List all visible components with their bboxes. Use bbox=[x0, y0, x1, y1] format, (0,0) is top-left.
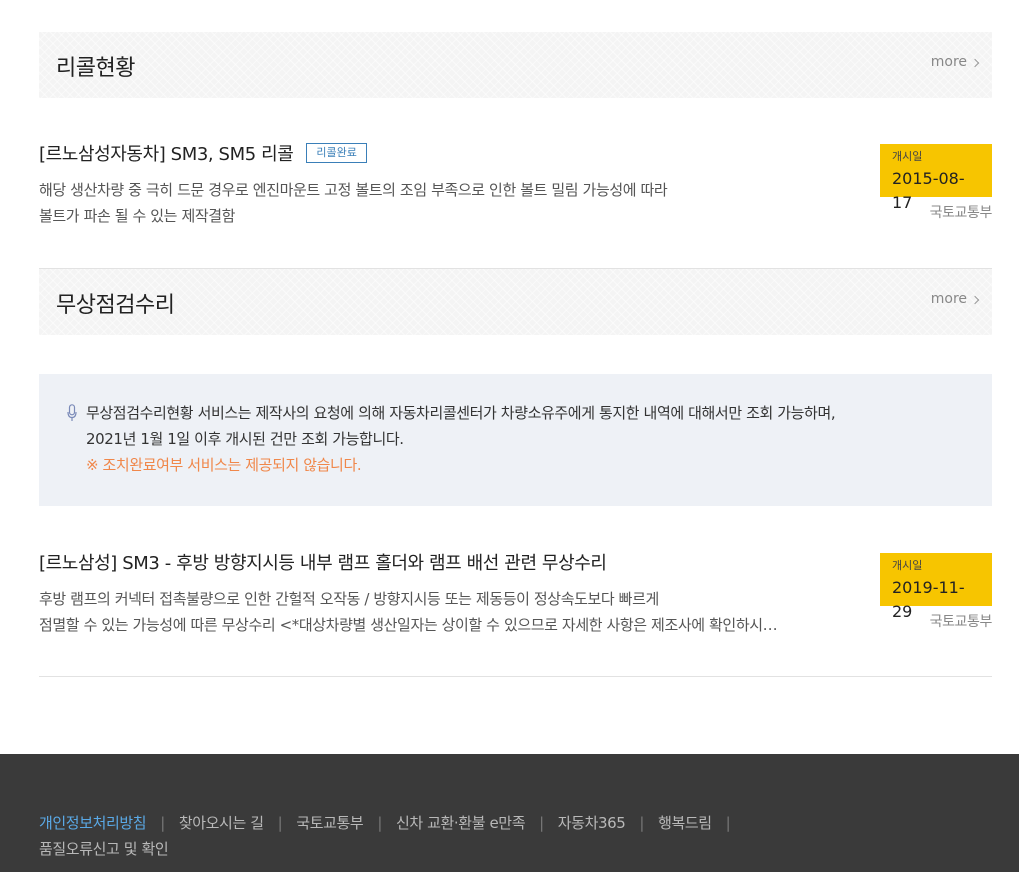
recall-more-link[interactable]: more bbox=[930, 54, 980, 70]
footer-link-quality-report[interactable]: 품질오류신고 및 확인 bbox=[39, 840, 169, 858]
free-repair-item-desc-line: 후방 램프의 커넥터 접촉불량으로 인한 간헐적 오작동 / 방향지시등 또는 … bbox=[39, 590, 659, 608]
notice-line: 2021년 1월 1일 이후 개시된 건만 조회 가능합니다. bbox=[86, 430, 404, 448]
chevron-right-icon bbox=[970, 58, 980, 67]
footer-link-car365[interactable]: 자동차365 bbox=[558, 814, 626, 832]
recall-item-desc-line: 해당 생산차량 중 극히 드문 경우로 엔진마운트 고정 볼트의 조임 부족으로… bbox=[39, 181, 668, 199]
agency-label: 국토교통부 bbox=[929, 614, 993, 630]
free-repair-section-header: 무상점검수리 more bbox=[39, 269, 992, 335]
free-repair-section-title: 무상점검수리 bbox=[56, 293, 175, 318]
recall-item[interactable]: [르노삼성자동차] SM3, SM5 리콜 리콜완료 해당 생산차량 중 극히 … bbox=[39, 140, 992, 240]
start-date-box: 개시일 2015-08-17 bbox=[880, 144, 992, 212]
footer-links: 개인정보처리방침 | 찾아오시는 길 | 국토교통부 | 신차 교환·환불 e만족 | 자동차3… bbox=[39, 810, 879, 862]
footer-separator: | bbox=[160, 814, 165, 832]
free-repair-notice: 무상점검수리현황 서비스는 제작사의 요청에 의해 자동차리콜센터가 차량소유주… bbox=[39, 374, 992, 506]
footer-separator: | bbox=[377, 814, 382, 832]
footer-link-directions[interactable]: 찾아오시는 길 bbox=[179, 814, 264, 832]
microphone-icon bbox=[67, 404, 77, 421]
divider bbox=[39, 676, 992, 677]
footer-separator: | bbox=[725, 814, 731, 832]
footer-separator: | bbox=[277, 814, 283, 832]
recall-section-title: 리콜현황 bbox=[56, 56, 135, 81]
free-repair-item-desc-line: 점멸할 수 있는 가능성에 따른 무상수리 <*대상차량별 생산일자는 상이할 … bbox=[39, 616, 779, 634]
start-date-box: 개시일 2019-11-29 bbox=[880, 553, 992, 621]
footer-link-new-car-refund[interactable]: 신차 교환·환불 e만족 bbox=[396, 814, 526, 832]
free-repair-item[interactable]: [르노삼성] SM3 - 후방 방향지시등 내부 램프 홀더와 램프 배선 관련… bbox=[39, 549, 992, 649]
recall-more-label: more bbox=[930, 54, 967, 70]
footer-link-happy-dream[interactable]: 행복드림 bbox=[658, 814, 712, 832]
free-repair-item-title[interactable]: [르노삼성] SM3 - 후방 방향지시등 내부 램프 홀더와 램프 배선 관련… bbox=[39, 549, 607, 575]
recall-item-title-row: [르노삼성자동차] SM3, SM5 리콜 리콜완료 bbox=[39, 140, 367, 166]
recall-section-header: 리콜현황 more bbox=[39, 32, 992, 98]
agency-label: 국토교통부 bbox=[929, 205, 993, 221]
free-repair-more-label: more bbox=[930, 291, 967, 307]
footer-separator: | bbox=[539, 814, 544, 832]
free-repair-item-title-row: [르노삼성] SM3 - 후방 방향지시등 내부 램프 홀더와 램프 배선 관련… bbox=[39, 549, 607, 575]
start-date-label: 개시일 bbox=[892, 150, 923, 163]
notice-text: 무상점검수리현황 서비스는 제작사의 요청에 의해 자동차리콜센터가 차량소유주… bbox=[86, 400, 836, 478]
footer: 개인정보처리방침 | 찾아오시는 길 | 국토교통부 | 신차 교환·환불 e만족 | 자동차3… bbox=[0, 754, 1019, 872]
free-repair-more-link[interactable]: more bbox=[930, 291, 980, 307]
start-date-label: 개시일 bbox=[892, 559, 923, 572]
recall-item-desc-line: 볼트가 파손 될 수 있는 제작결함 bbox=[39, 207, 236, 225]
footer-link-molit[interactable]: 국토교통부 bbox=[296, 814, 363, 832]
status-badge: 리콜완료 bbox=[306, 143, 367, 163]
recall-item-title[interactable]: [르노삼성자동차] SM3, SM5 리콜 bbox=[39, 140, 294, 166]
free-repair-item-description: 후방 램프의 커넥터 접촉불량으로 인한 간헐적 오작동 / 방향지시등 또는 … bbox=[39, 586, 779, 638]
notice-warning: ※ 조치완료여부 서비스는 제공되지 않습니다. bbox=[86, 456, 362, 474]
footer-separator: | bbox=[639, 814, 645, 832]
recall-item-description: 해당 생산차량 중 극히 드문 경우로 엔진마운트 고정 볼트의 조임 부족으로… bbox=[39, 177, 779, 229]
footer-link-privacy[interactable]: 개인정보처리방침 bbox=[39, 814, 147, 832]
notice-line: 무상점검수리현황 서비스는 제작사의 요청에 의해 자동차리콜센터가 차량소유주… bbox=[86, 404, 836, 422]
chevron-right-icon bbox=[970, 295, 980, 304]
